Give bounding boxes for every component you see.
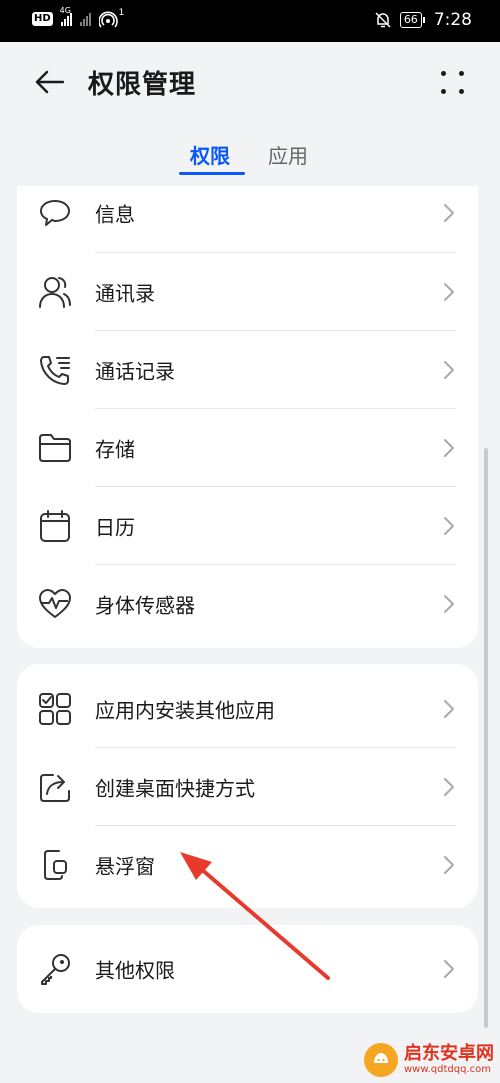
permission-item-label: 悬浮窗 <box>95 854 155 879</box>
cellular-signal-icon: 4G <box>60 6 72 26</box>
install-apps-icon <box>39 693 71 725</box>
call-log-icon <box>40 356 70 385</box>
permission-card-special: 应用内安装其他应用 创建桌面快捷方式 悬浮窗 <box>17 664 478 908</box>
permission-item-calendar[interactable]: 日历 <box>17 487 478 565</box>
permission-item-contacts[interactable]: 通讯录 <box>17 253 478 331</box>
permission-item-label: 信息 <box>95 202 135 227</box>
permission-item-label: 日历 <box>95 515 135 540</box>
shortcut-icon <box>40 774 70 802</box>
scrollbar[interactable] <box>484 448 488 1028</box>
contacts-icon <box>39 277 71 308</box>
message-icon <box>40 200 70 226</box>
permission-card-other: 其他权限 <box>17 925 478 1013</box>
hotspot-icon <box>98 11 118 28</box>
permission-item-label: 通话记录 <box>95 359 175 384</box>
chevron-right-icon <box>444 856 454 874</box>
back-arrow-icon <box>35 70 65 94</box>
cellular-signal-2-icon <box>79 12 91 26</box>
permission-item-label: 通讯录 <box>95 281 155 306</box>
hd-badge: HD <box>32 12 53 26</box>
more-options-button[interactable] <box>434 64 470 100</box>
dot-icon <box>440 88 446 94</box>
key-icon <box>41 954 70 985</box>
permission-item-label: 创建桌面快捷方式 <box>95 776 255 801</box>
chevron-right-icon <box>444 204 454 222</box>
permission-item-label: 身体传感器 <box>95 593 195 618</box>
folder-icon <box>39 434 71 462</box>
back-button[interactable] <box>30 62 70 102</box>
tab-bar: 权限 应用 <box>0 132 500 178</box>
permission-item-label: 其他权限 <box>95 958 175 983</box>
tab-apps[interactable]: 应用 <box>268 140 308 169</box>
floating-window-icon <box>44 850 67 880</box>
watermark: 启东安卓网 www.qdtdqq.com <box>364 1043 494 1077</box>
watermark-url: www.qdtdqq.com <box>404 1064 491 1075</box>
permission-item-body-sensors[interactable]: 身体传感器 <box>17 565 478 643</box>
permission-card-basic: 信息 通讯录 通话记录 存储 日历 身体传感器 <box>17 186 478 648</box>
permission-item-desktop-shortcut[interactable]: 创建桌面快捷方式 <box>17 748 478 826</box>
watermark-title: 启东安卓网 <box>404 1043 494 1064</box>
status-time: 7:28 <box>433 10 472 30</box>
tab-permissions[interactable]: 权限 <box>190 140 230 169</box>
permission-item-install-apps[interactable]: 应用内安装其他应用 <box>17 670 478 748</box>
status-bar: HD 4G 1 66 7:28 <box>0 0 500 42</box>
chevron-right-icon <box>444 700 454 718</box>
permission-item-label: 应用内安装其他应用 <box>95 698 275 723</box>
chevron-right-icon <box>444 778 454 796</box>
permission-item-storage[interactable]: 存储 <box>17 409 478 487</box>
network-type-label: 4G <box>59 6 71 15</box>
chevron-right-icon <box>444 361 454 379</box>
permission-item-call-log[interactable]: 通话记录 <box>17 331 478 409</box>
permission-item-floating-window[interactable]: 悬浮窗 <box>17 826 478 904</box>
dot-icon <box>458 70 464 76</box>
chevron-right-icon <box>444 283 454 301</box>
battery-indicator: 66 <box>399 12 425 28</box>
page-title: 权限管理 <box>88 70 197 100</box>
chevron-right-icon <box>444 439 454 457</box>
permission-item-messages[interactable]: 信息 <box>17 186 478 252</box>
mute-bell-icon <box>375 12 391 28</box>
hotspot-count: 1 <box>118 8 125 18</box>
app-header: 权限管理 <box>0 42 500 122</box>
permission-item-label: 存储 <box>95 437 135 462</box>
dot-icon <box>440 70 446 76</box>
permission-item-other[interactable]: 其他权限 <box>17 930 478 1008</box>
dot-icon <box>458 88 464 94</box>
calendar-icon <box>40 510 70 542</box>
chevron-right-icon <box>444 595 454 613</box>
tab-active-indicator <box>179 172 245 175</box>
chevron-right-icon <box>444 960 454 978</box>
chevron-right-icon <box>444 517 454 535</box>
watermark-logo-icon <box>364 1043 398 1077</box>
heart-pulse-icon <box>39 589 71 618</box>
